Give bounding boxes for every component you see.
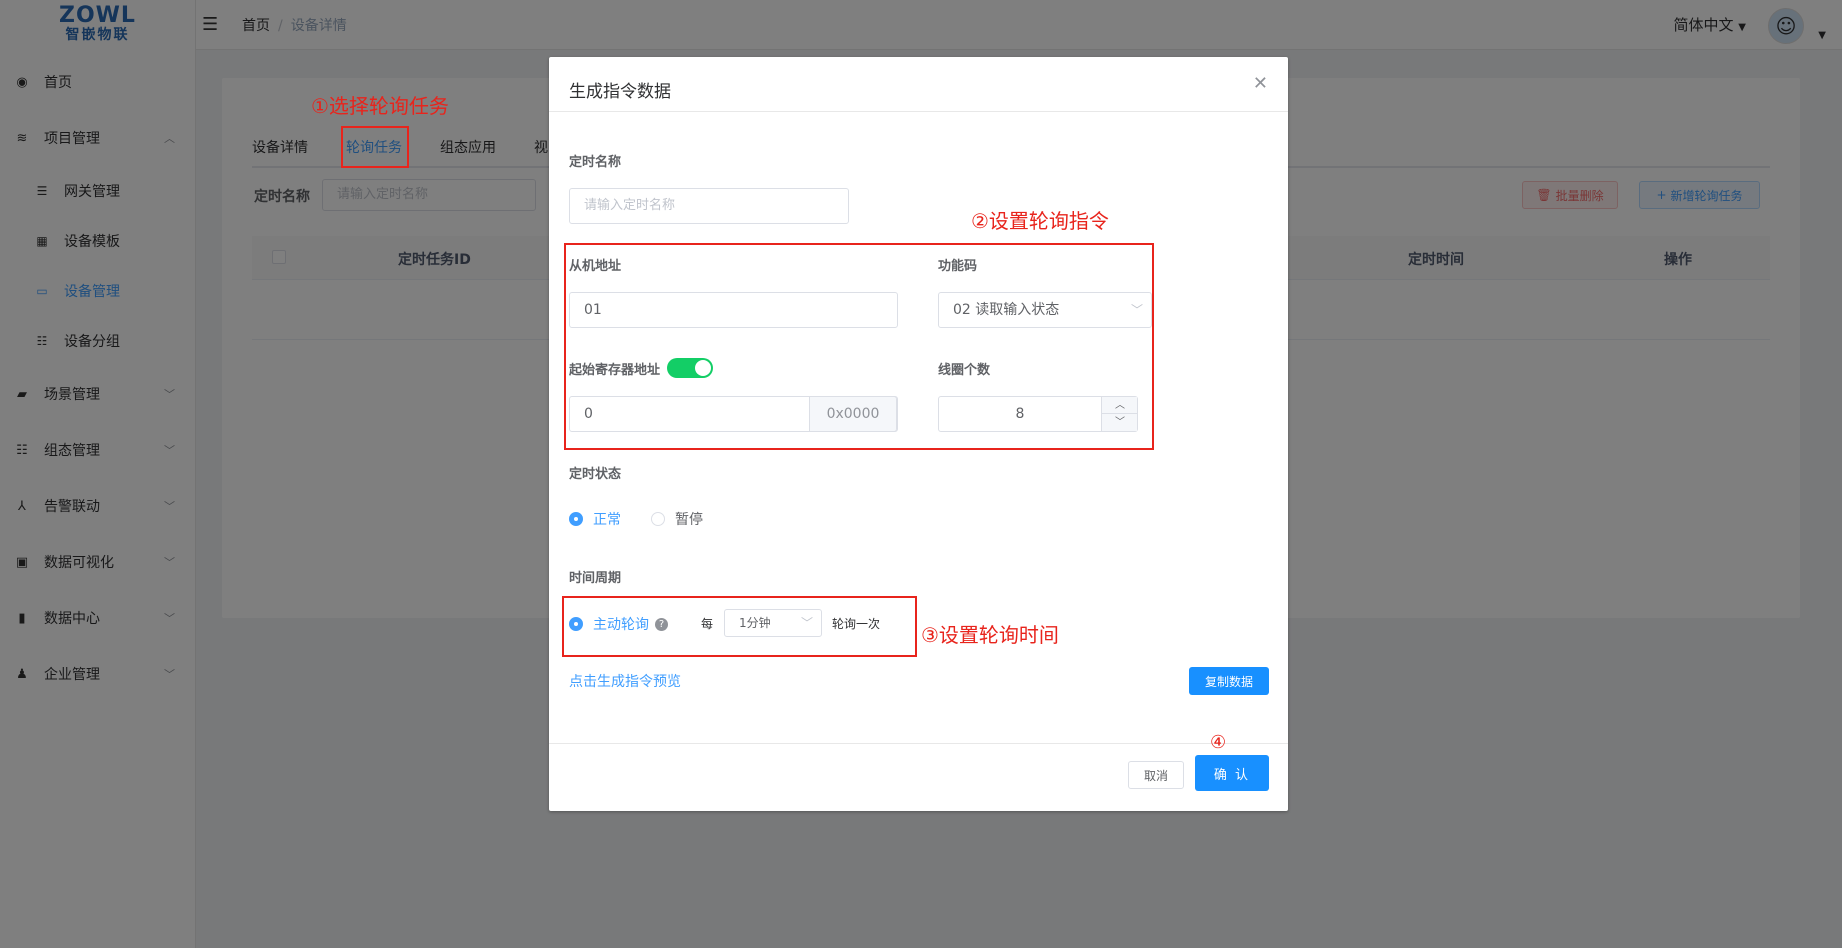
status-paused-label: 暂停 — [675, 512, 703, 528]
copy-data-button[interactable]: 复制数据 — [1189, 667, 1269, 695]
close-icon[interactable]: ✕ — [1253, 73, 1268, 94]
status-normal-label: 正常 — [593, 512, 621, 528]
time-period-label: 时间周期 — [569, 571, 622, 586]
confirm-button[interactable]: 确 认 — [1195, 755, 1269, 791]
timer-status-label: 定时状态 — [569, 467, 622, 482]
dialog-footer-divider — [549, 743, 1288, 744]
annotation-step1: ①选择轮询任务 — [311, 94, 449, 118]
status-radio-paused[interactable]: 暂停 — [651, 509, 703, 529]
generate-preview-link[interactable]: 点击生成指令预览 — [569, 671, 681, 691]
annotation-box-step3 — [562, 596, 917, 657]
cancel-button[interactable]: 取消 — [1128, 761, 1184, 789]
timer-name-input[interactable]: 请输入定时名称 — [569, 188, 849, 224]
status-radio-normal[interactable]: 正常 — [569, 509, 621, 529]
annotation-step4: ④ — [1210, 732, 1227, 753]
dialog-title: 生成指令数据 — [569, 82, 671, 102]
annotation-box-step2 — [564, 243, 1154, 450]
dialog-divider — [549, 111, 1288, 112]
annotation-box-step1 — [341, 126, 409, 168]
timer-name-label: 定时名称 — [569, 155, 622, 170]
annotation-step3: ③设置轮询时间 — [921, 623, 1059, 647]
annotation-step2: ②设置轮询指令 — [971, 209, 1109, 233]
radio-dot — [569, 512, 583, 526]
radio-dot — [651, 512, 665, 526]
